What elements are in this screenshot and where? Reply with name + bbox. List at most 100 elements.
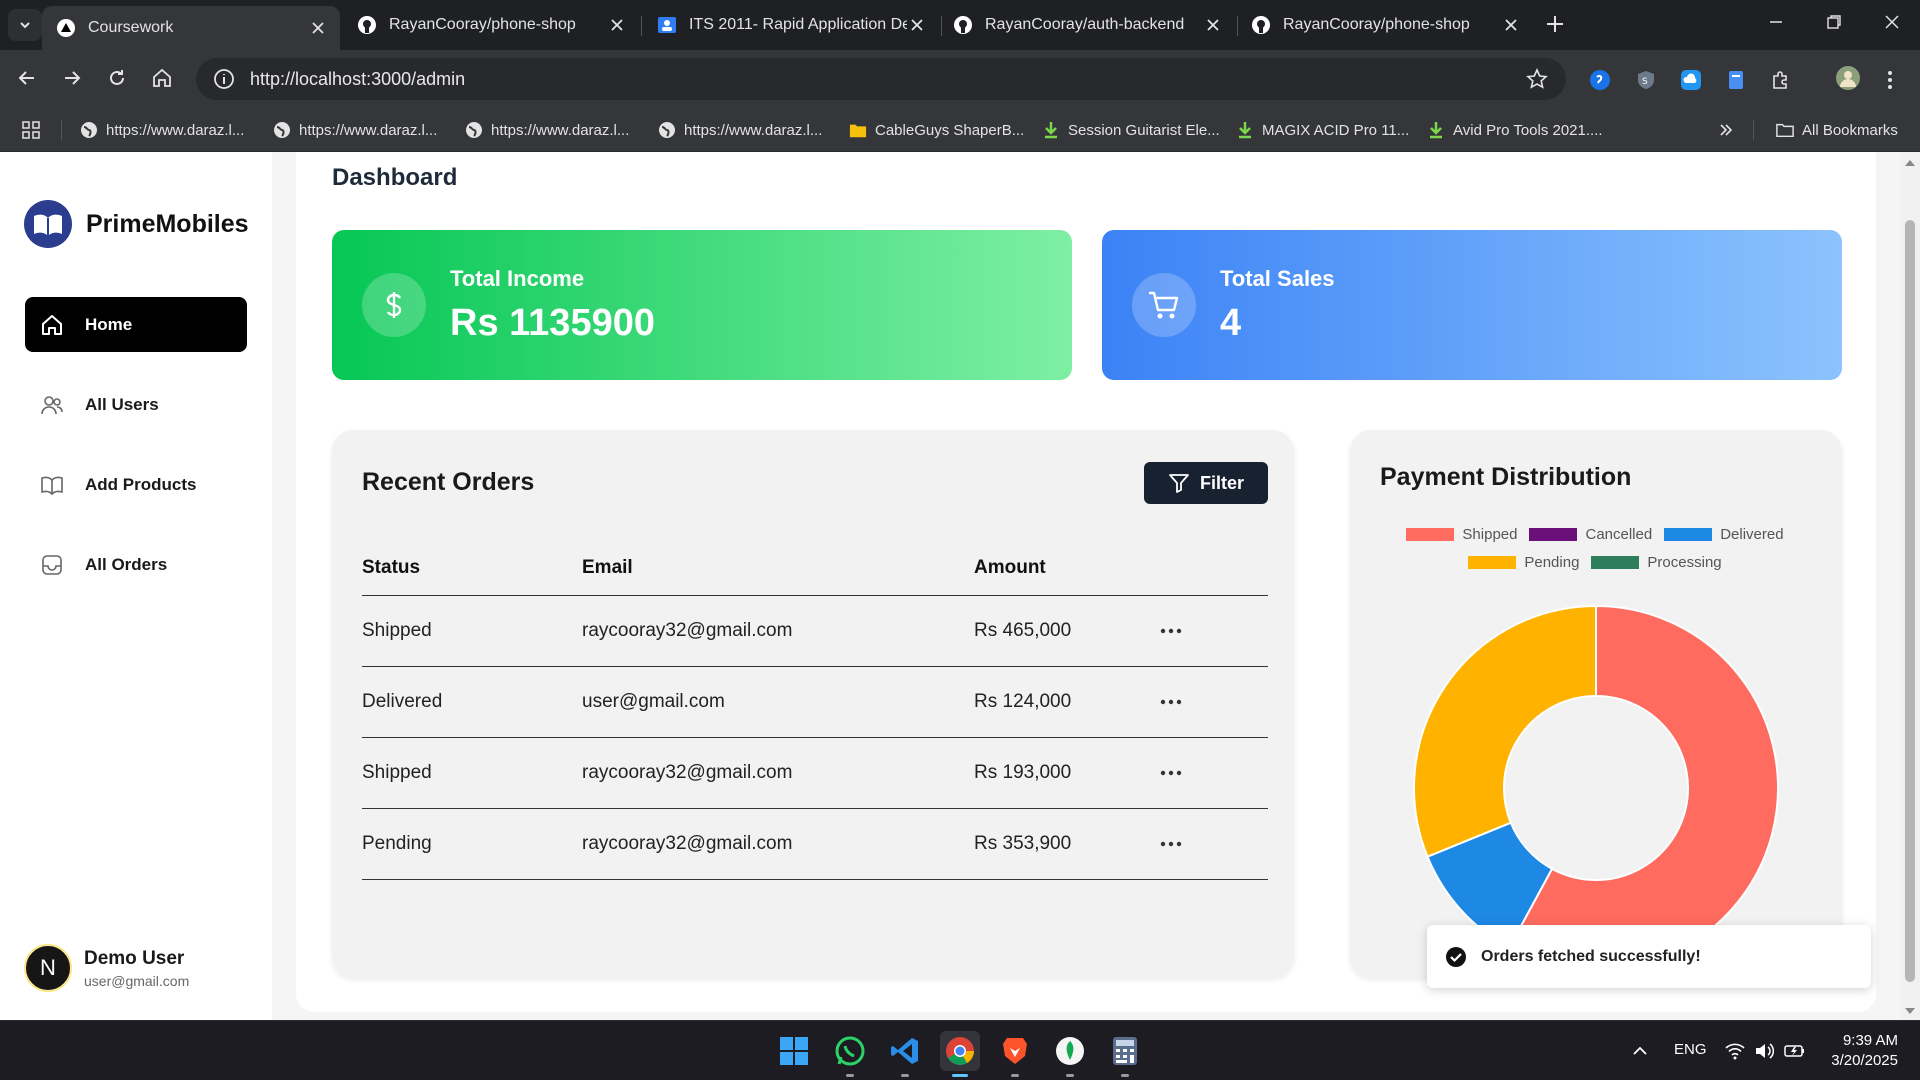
scrollbar-thumb[interactable]	[1905, 220, 1915, 982]
donut-slice-pending[interactable]	[1413, 604, 1597, 858]
bookmark-item[interactable]: CableGuys ShaperB...	[849, 118, 1024, 142]
sidebar-item-home[interactable]: Home	[25, 297, 247, 352]
nextjs-icon	[56, 18, 76, 38]
puzzle-extensions-icon[interactable]	[1770, 69, 1792, 91]
close-tab-icon[interactable]	[1501, 15, 1521, 35]
brave-icon[interactable]	[995, 1031, 1035, 1077]
card-value: 4	[1220, 301, 1242, 344]
sidebar-item-label: Add Products	[85, 474, 197, 494]
bookmark-item[interactable]: MAGIX ACID Pro 11...	[1236, 118, 1409, 142]
chrome-icon[interactable]	[940, 1031, 980, 1077]
legend-item[interactable]: Cancelled	[1529, 526, 1652, 543]
legend-swatch	[1529, 528, 1578, 541]
url-text[interactable]: http://localhost:3000/admin	[250, 69, 465, 90]
close-tab-icon[interactable]	[308, 18, 328, 38]
tab-phone-shop-2[interactable]: RayanCooray/phone-shop	[1237, 6, 1533, 44]
tab-its-2011[interactable]: ITS 2011- Rapid Application Dev	[643, 6, 939, 44]
bookmark-item[interactable]: https://www.daraz.l...	[658, 118, 822, 142]
page-scrollbar[interactable]	[1900, 152, 1920, 1020]
scroll-up-arrow-icon[interactable]	[1900, 156, 1920, 170]
brand[interactable]: PrimeMobiles	[24, 200, 249, 248]
legend-item[interactable]: Shipped	[1406, 526, 1517, 543]
sidebar-item-add-products[interactable]: Add Products	[25, 457, 247, 512]
table-header: Status Email Amount	[362, 540, 1268, 596]
bookmark-item[interactable]: https://www.daraz.l...	[465, 118, 629, 142]
restore-button[interactable]	[1826, 14, 1842, 30]
sidebar-item-all-users[interactable]: All Users	[25, 377, 247, 432]
user-profile[interactable]: N Demo User user@gmail.com	[24, 944, 189, 992]
bookmark-separator	[1753, 120, 1754, 140]
battery-charging-icon[interactable]	[1784, 1042, 1806, 1060]
more-actions-icon[interactable]	[1160, 628, 1200, 634]
folder-yellow-icon	[849, 121, 867, 139]
sidebar-item-all-orders[interactable]: All Orders	[25, 537, 247, 592]
running-indicator	[1121, 1074, 1129, 1077]
book-open-icon	[39, 472, 65, 498]
close-icon	[1885, 15, 1899, 29]
address-bar[interactable]: http://localhost:3000/admin	[196, 58, 1566, 100]
tab-coursework[interactable]: Coursework	[42, 6, 340, 50]
card-label: Total Sales	[1220, 265, 1335, 291]
close-tab-icon[interactable]	[907, 15, 927, 35]
order-status: Pending	[362, 833, 432, 854]
funnel-icon	[1169, 474, 1189, 493]
wifi-icon[interactable]	[1725, 1042, 1745, 1060]
bookmark-item[interactable]: https://www.daraz.l...	[273, 118, 437, 142]
tab-phone-shop[interactable]: RayanCooray/phone-shop	[343, 6, 639, 44]
back-button[interactable]	[16, 67, 38, 89]
more-actions-icon[interactable]	[1160, 841, 1200, 847]
bookmark-label: MAGIX ACID Pro 11...	[1262, 121, 1410, 139]
filter-button[interactable]: Filter	[1144, 462, 1268, 504]
legend-item[interactable]: Delivered	[1664, 526, 1784, 543]
bookmark-item[interactable]: Avid Pro Tools 2021....	[1427, 118, 1603, 142]
clock-time: 9:39 AM	[1842, 1032, 1898, 1049]
whatsapp-icon[interactable]	[830, 1031, 870, 1077]
new-tab-button[interactable]	[1544, 13, 1566, 35]
users-icon	[39, 392, 65, 418]
card-text: Total Sales 4	[1220, 266, 1335, 345]
more-bookmarks-icon[interactable]	[1718, 118, 1734, 142]
column-header-email: Email	[582, 556, 633, 578]
calculator-icon[interactable]	[1105, 1031, 1145, 1077]
tab-search-button[interactable]	[8, 9, 42, 41]
system-clock[interactable]: 9:39 AM 3/20/2025	[1812, 1031, 1898, 1071]
order-status: Shipped	[362, 620, 432, 641]
forward-button[interactable]	[61, 67, 83, 89]
apps-grid-icon[interactable]	[22, 118, 40, 142]
more-actions-icon[interactable]	[1160, 699, 1200, 705]
chart-legend-row-2: Pending Processing	[1350, 554, 1840, 571]
volume-icon[interactable]	[1754, 1042, 1774, 1060]
tab-auth-backend[interactable]: RayanCooray/auth-backend	[939, 6, 1235, 44]
cloud-extension-icon[interactable]	[1680, 69, 1702, 91]
shazam-extension-icon[interactable]	[1589, 69, 1611, 91]
kebab-menu-icon[interactable]	[1886, 69, 1894, 91]
book-logo-icon	[24, 200, 72, 248]
docs-extension-icon[interactable]	[1725, 69, 1747, 91]
main-content: Dashboard Total Income Rs 1135900 Total …	[296, 152, 1876, 1012]
vscode-icon[interactable]	[885, 1031, 925, 1077]
shield-extension-icon[interactable]: S	[1635, 69, 1657, 91]
bookmark-item[interactable]: Session Guitarist Ele...	[1042, 118, 1220, 142]
windows-start-icon[interactable]	[774, 1031, 814, 1071]
language-indicator[interactable]: ENG	[1674, 1041, 1707, 1058]
profile-avatar[interactable]	[1835, 65, 1861, 91]
legend-item[interactable]: Processing	[1591, 554, 1722, 571]
home-button[interactable]	[151, 67, 173, 89]
minimize-button[interactable]	[1768, 14, 1784, 30]
scroll-down-arrow-icon[interactable]	[1900, 1004, 1920, 1018]
close-tab-icon[interactable]	[1203, 15, 1223, 35]
bookmark-item[interactable]: https://www.daraz.l...	[80, 118, 244, 142]
mongodb-compass-icon[interactable]	[1050, 1031, 1090, 1077]
close-tab-icon[interactable]	[607, 15, 627, 35]
all-bookmarks-button[interactable]: All Bookmarks	[1776, 118, 1898, 142]
site-info-icon[interactable]	[212, 67, 236, 91]
reload-button[interactable]	[106, 67, 128, 89]
chevron-down-icon	[20, 22, 30, 29]
more-actions-icon[interactable]	[1160, 770, 1200, 776]
column-header-status: Status	[362, 556, 421, 578]
bookmark-star-icon[interactable]	[1526, 68, 1548, 90]
tray-overflow-chevron-icon[interactable]	[1632, 1043, 1648, 1059]
running-indicator	[1011, 1074, 1019, 1077]
legend-item[interactable]: Pending	[1468, 554, 1579, 571]
close-window-button[interactable]	[1884, 14, 1900, 30]
